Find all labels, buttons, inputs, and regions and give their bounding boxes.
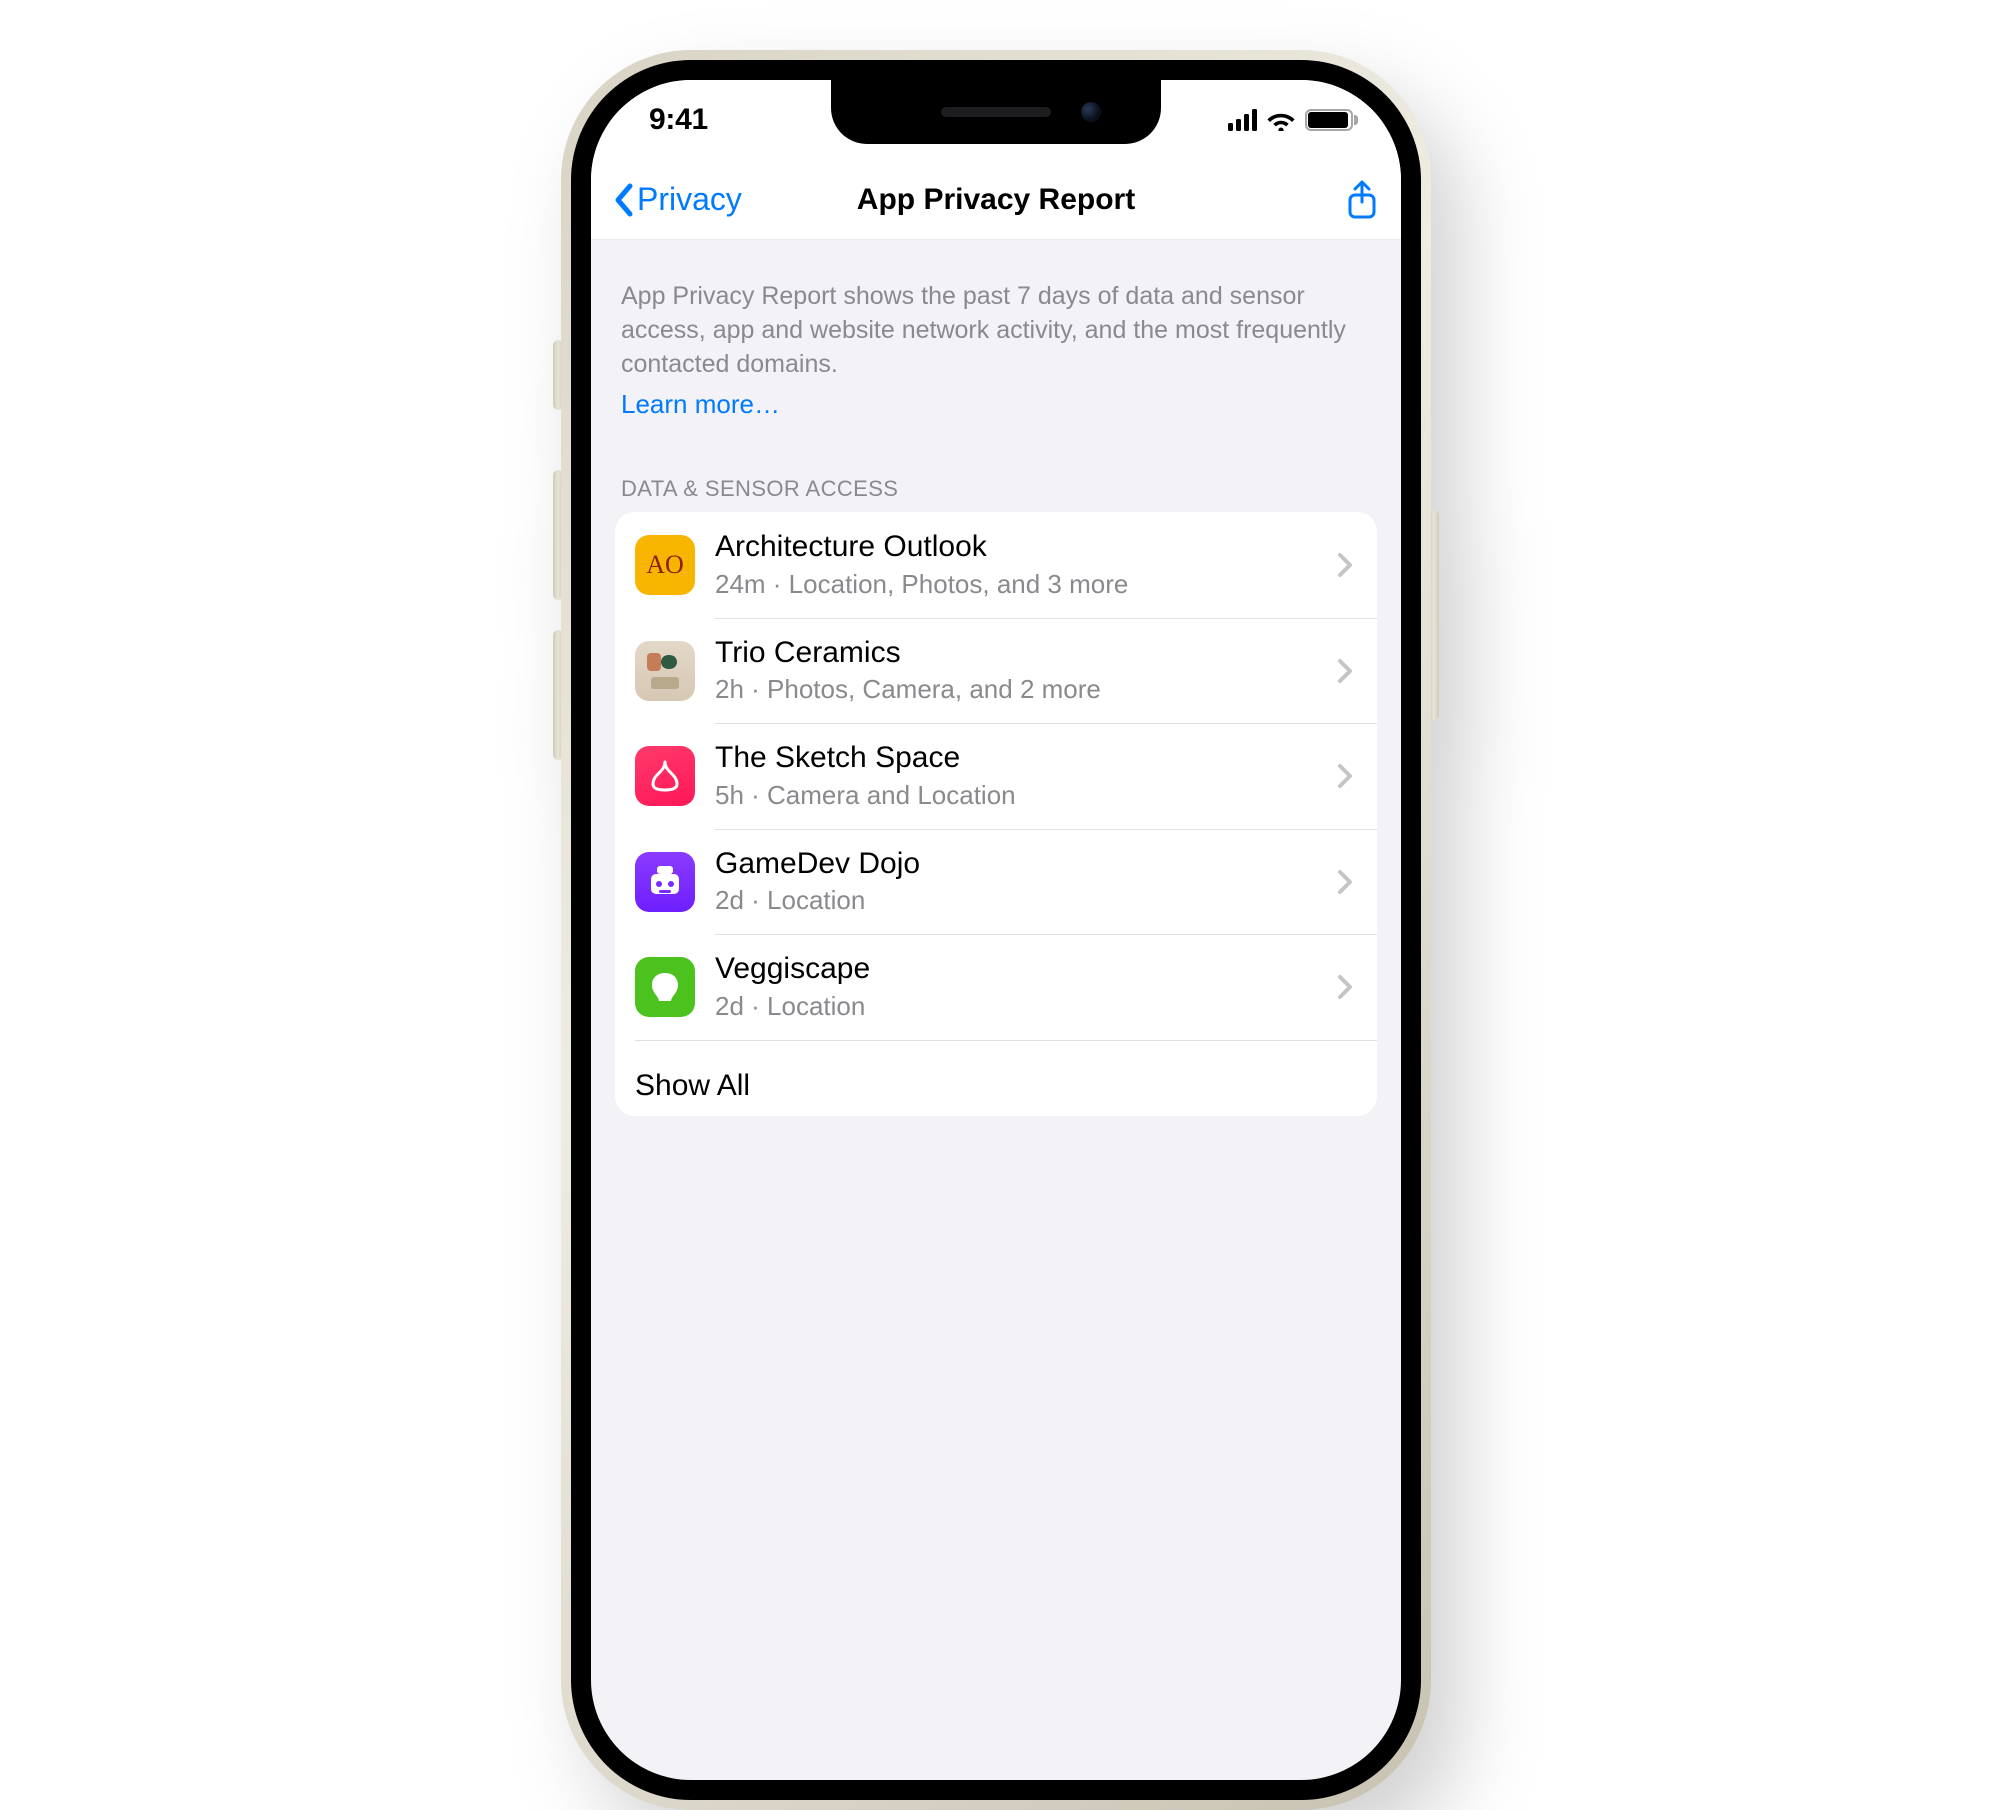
back-button[interactable]: Privacy xyxy=(613,181,742,218)
app-icon-trio-ceramics xyxy=(635,641,695,701)
notch xyxy=(831,80,1161,144)
app-name: Veggiscape xyxy=(715,952,1329,987)
app-name: GameDev Dojo xyxy=(715,847,1329,882)
learn-more-link[interactable]: Learn more… xyxy=(591,387,1401,420)
data-sensor-access-table: AO Architecture Outlook 24m · Location, … xyxy=(615,512,1377,1116)
show-all-label: Show All xyxy=(635,1069,1357,1104)
page-title: App Privacy Report xyxy=(857,160,1135,240)
app-detail: 2h · Photos, Camera, and 2 more xyxy=(715,674,1329,705)
chevron-left-icon xyxy=(613,182,635,218)
section-header: DATA & SENSOR ACCESS xyxy=(591,420,1401,512)
app-row-architecture-outlook[interactable]: AO Architecture Outlook 24m · Location, … xyxy=(615,512,1377,618)
app-name: The Sketch Space xyxy=(715,741,1329,776)
show-all-row[interactable]: Show All xyxy=(615,1040,1377,1116)
app-detail: 24m · Location, Photos, and 3 more xyxy=(715,569,1329,600)
app-row-trio-ceramics[interactable]: Trio Ceramics 2h · Photos, Camera, and 2… xyxy=(615,618,1377,724)
app-detail: 2d · Location xyxy=(715,885,1329,916)
intro-text: App Privacy Report shows the past 7 days… xyxy=(591,280,1401,387)
back-label: Privacy xyxy=(637,181,742,218)
app-icon-architecture-outlook: AO xyxy=(635,535,695,595)
app-icon-veggiscape xyxy=(635,957,695,1017)
app-name: Architecture Outlook xyxy=(715,530,1329,565)
chevron-right-icon xyxy=(1337,552,1357,578)
chevron-right-icon xyxy=(1337,763,1357,789)
share-icon xyxy=(1345,179,1379,221)
share-button[interactable] xyxy=(1345,179,1379,221)
app-detail: 2d · Location xyxy=(715,991,1329,1022)
screen: 9:41 xyxy=(591,80,1401,1780)
app-icon-the-sketch-space xyxy=(635,746,695,806)
battery-icon xyxy=(1305,109,1353,131)
front-camera xyxy=(1081,102,1101,122)
chevron-right-icon xyxy=(1337,974,1357,1000)
content[interactable]: App Privacy Report shows the past 7 days… xyxy=(591,240,1401,1780)
app-icon-gamedev-dojo xyxy=(635,852,695,912)
status-time: 9:41 xyxy=(649,103,708,137)
app-name: Trio Ceramics xyxy=(715,636,1329,671)
wifi-icon xyxy=(1267,109,1295,131)
navigation-bar: Privacy App Privacy Report xyxy=(591,160,1401,240)
app-detail: 5h · Camera and Location xyxy=(715,780,1329,811)
app-row-the-sketch-space[interactable]: The Sketch Space 5h · Camera and Locatio… xyxy=(615,723,1377,829)
chevron-right-icon xyxy=(1337,869,1357,895)
app-row-gamedev-dojo[interactable]: GameDev Dojo 2d · Location xyxy=(615,829,1377,935)
cellular-signal-icon xyxy=(1228,109,1257,131)
iphone-device-frame: 9:41 xyxy=(561,50,1431,1810)
chevron-right-icon xyxy=(1337,658,1357,684)
earpiece-speaker xyxy=(941,107,1051,117)
app-row-veggiscape[interactable]: Veggiscape 2d · Location xyxy=(615,934,1377,1040)
